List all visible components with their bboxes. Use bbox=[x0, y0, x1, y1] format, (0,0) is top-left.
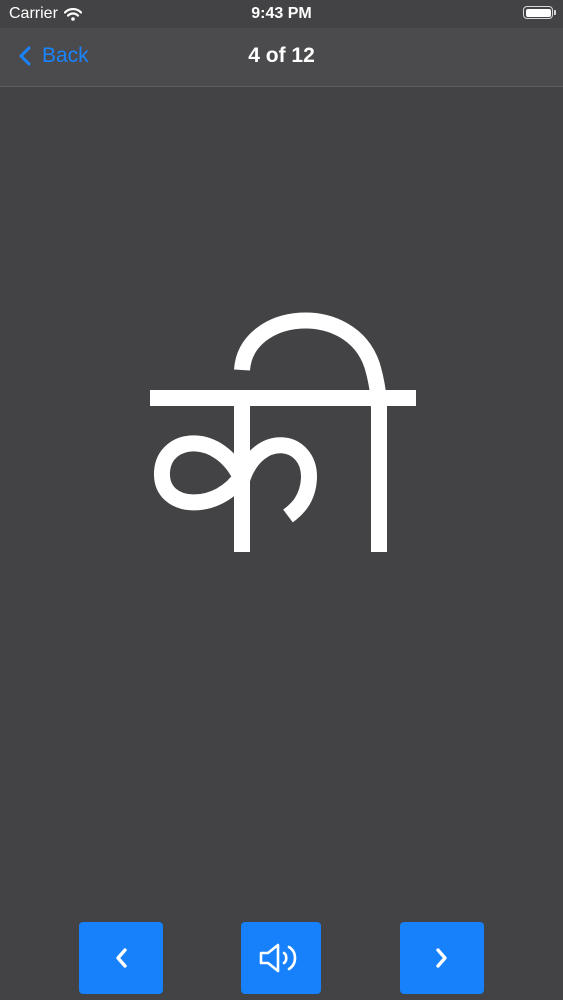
status-bar: Carrier 9:43 PM bbox=[0, 0, 563, 28]
chevron-right-icon bbox=[436, 948, 447, 968]
character-display: की bbox=[120, 290, 440, 580]
next-button[interactable] bbox=[400, 922, 484, 994]
battery-level bbox=[525, 8, 551, 17]
status-time: 9:43 PM bbox=[251, 5, 312, 22]
card-controls bbox=[0, 922, 563, 994]
battery-icon bbox=[523, 6, 556, 19]
previous-button[interactable] bbox=[79, 922, 163, 994]
page-title: 4 of 12 bbox=[248, 44, 315, 67]
play-sound-button[interactable] bbox=[241, 922, 321, 994]
character-text: की bbox=[440, 290, 441, 291]
character-glyph bbox=[150, 312, 416, 552]
flashcard-screen: Carrier 9:43 PM Back 4 of 12 bbox=[0, 0, 563, 1000]
speaker-icon bbox=[259, 943, 297, 973]
chevron-left-icon bbox=[116, 948, 127, 968]
navigation-bar: Back 4 of 12 bbox=[0, 28, 563, 87]
